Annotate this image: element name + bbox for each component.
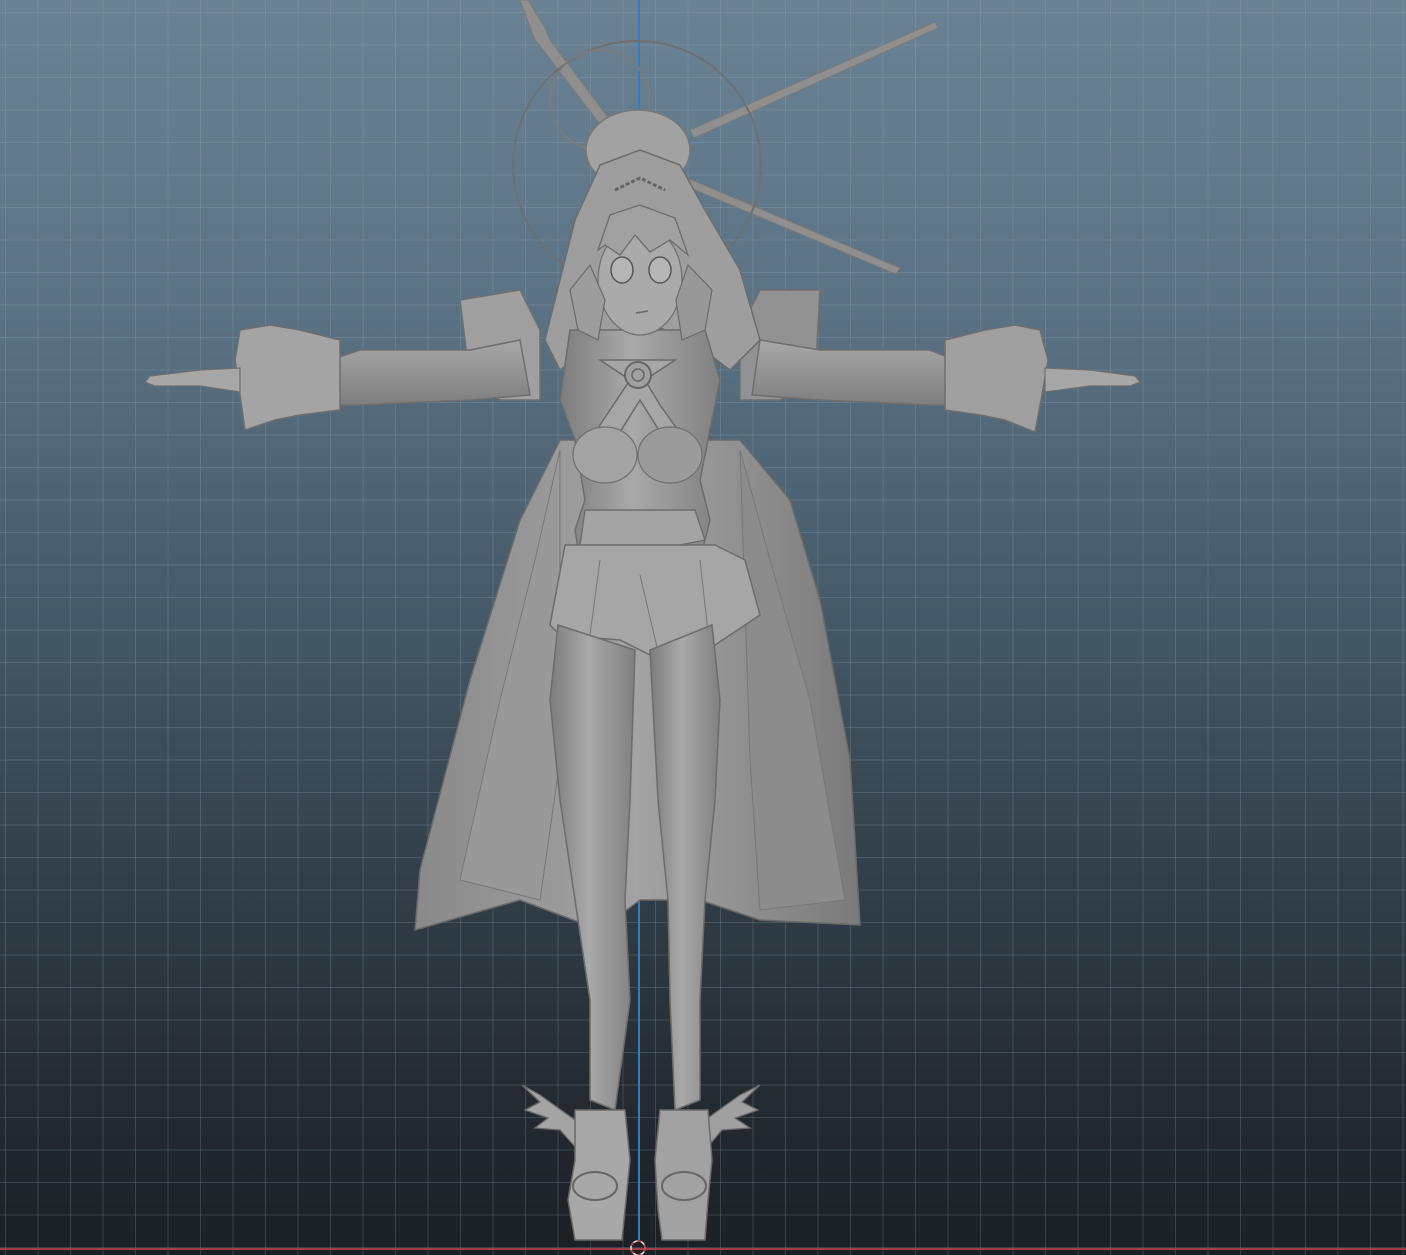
3d-viewport[interactable] xyxy=(0,0,1406,1255)
eye-right xyxy=(648,256,672,284)
character-model[interactable] xyxy=(0,0,1406,1255)
hand-left xyxy=(144,367,241,393)
x-axis-line xyxy=(0,1248,1406,1250)
boot-wing-right xyxy=(704,1084,761,1152)
arm-right xyxy=(751,339,956,406)
sleeve-cuff-left xyxy=(234,324,341,431)
origin-marker-icon xyxy=(630,1240,646,1255)
chest-left xyxy=(572,426,638,484)
sleeve-cuff-right xyxy=(944,324,1049,434)
brooch xyxy=(624,361,652,389)
boot-left xyxy=(567,1109,631,1241)
eye-left xyxy=(610,256,634,284)
boot-right xyxy=(654,1109,713,1241)
arm-left xyxy=(329,339,531,406)
boot-wing-left xyxy=(521,1084,579,1152)
hand-right xyxy=(1044,367,1141,393)
chest-right xyxy=(637,426,703,484)
